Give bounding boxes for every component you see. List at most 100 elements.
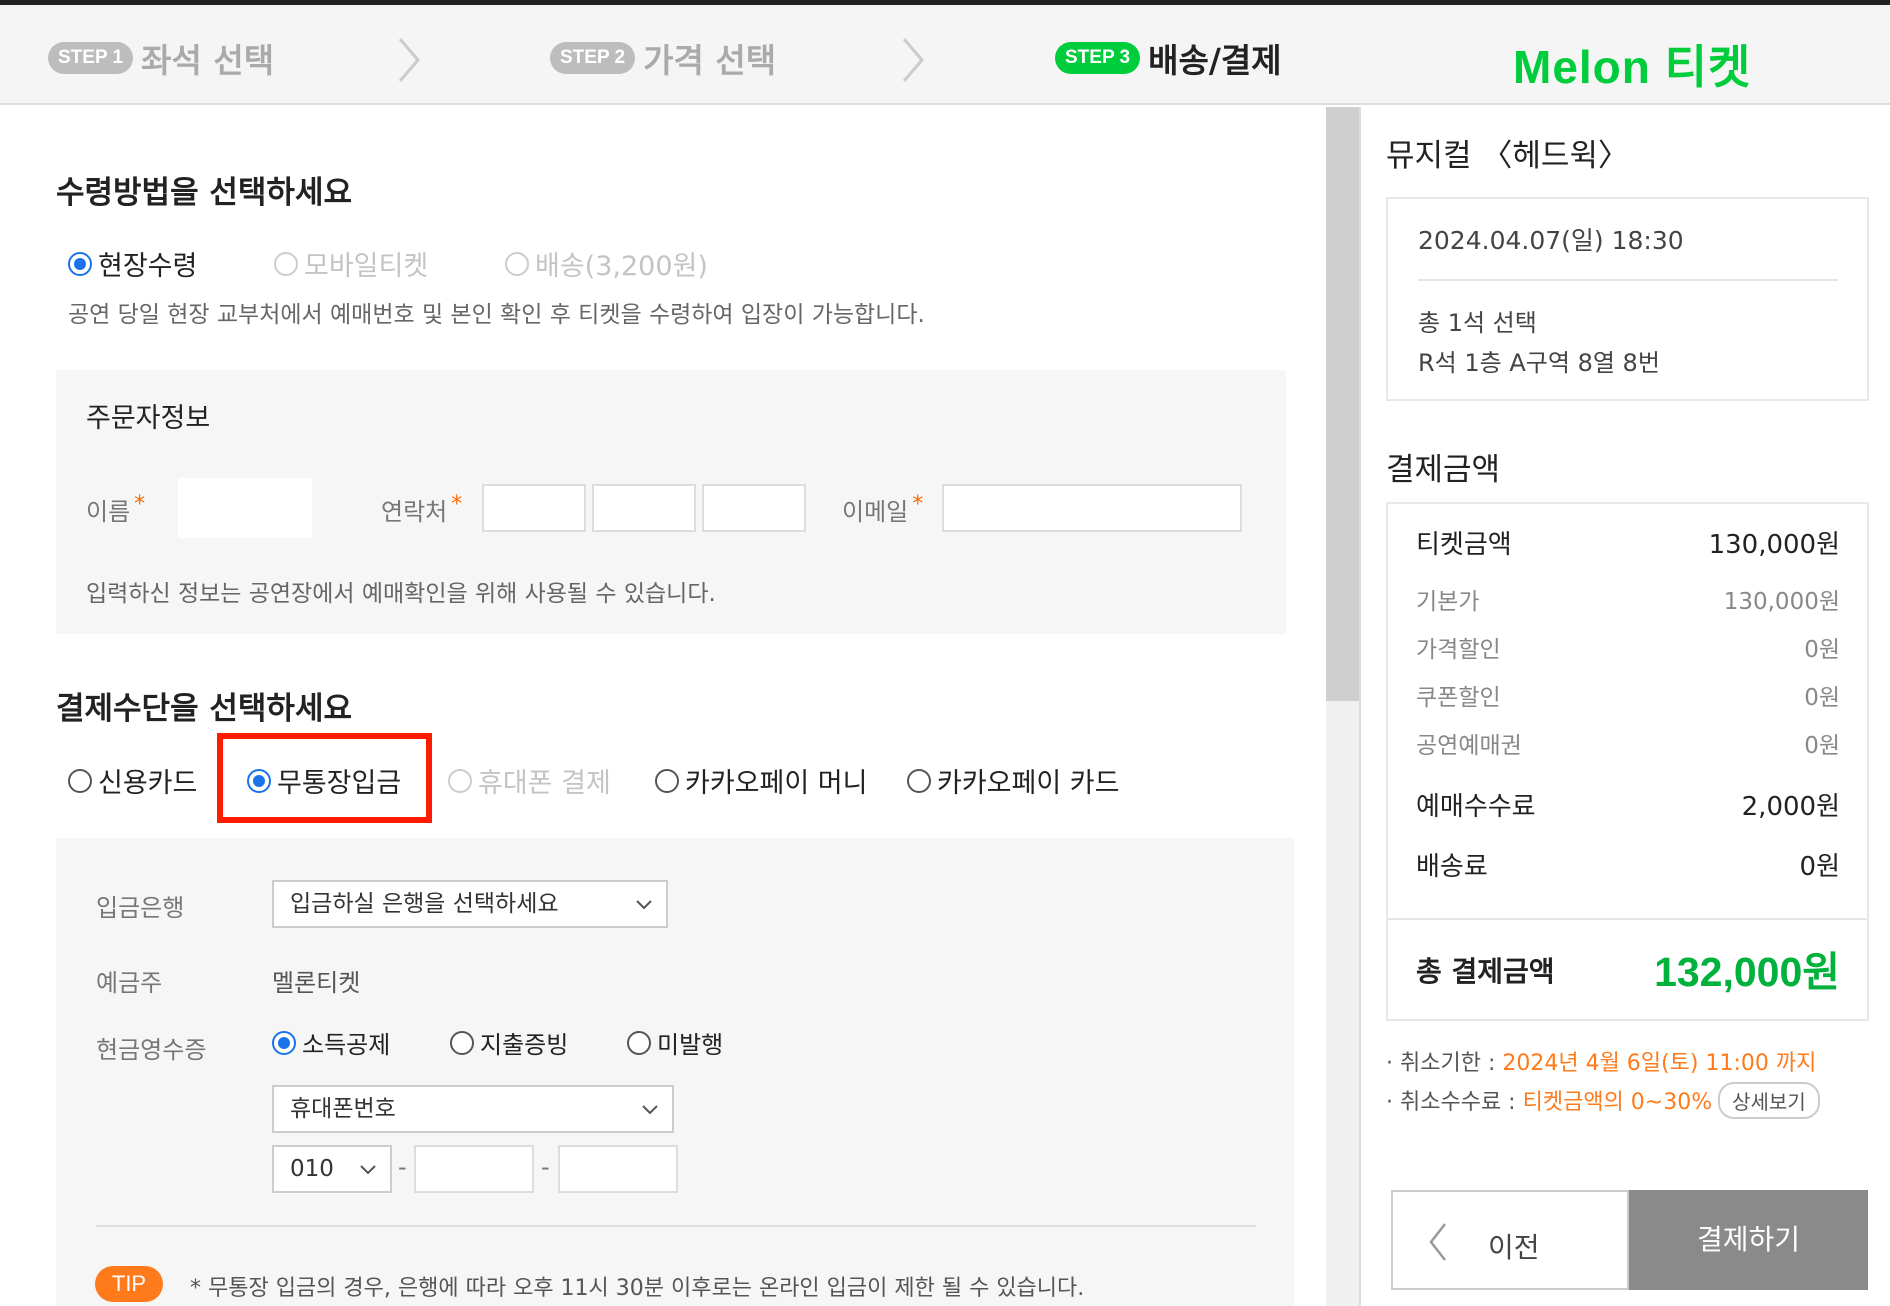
payment-credit-card[interactable]: 신용카드: [68, 761, 197, 800]
price-value: 2,000원: [1741, 792, 1840, 822]
radio-icon: [68, 768, 92, 793]
phone-prefix-select[interactable]: 010: [272, 1145, 392, 1193]
contact-input-1[interactable]: [482, 484, 586, 532]
radio-label: 배송(3,200원): [535, 251, 708, 282]
divider-line: [1388, 918, 1867, 920]
orderer-info-title: 주문자정보: [86, 403, 211, 434]
note-label: · 취소수수료 :: [1386, 1090, 1523, 1115]
payment-kakaopay-money[interactable]: 카카오페이 머니: [655, 761, 867, 800]
step-2: STEP 2 가격 선택: [550, 33, 776, 83]
radio-icon: [272, 1030, 296, 1055]
melon-ticket-logo: Melon 티켓: [1513, 41, 1752, 93]
seat-info: R석 1층 A구역 8열 8번: [1418, 349, 1660, 377]
tip-text: * 무통장 입금의 경우, 은행에 따라 오후 11시 30분 이후로는 온라인…: [190, 1276, 1085, 1301]
radio-label: 미발행: [657, 1031, 724, 1059]
note-value: 2024년 4월 6일(토) 11:00 까지: [1502, 1051, 1817, 1076]
step-3-badge: STEP 3: [1055, 42, 1141, 74]
price-row-coupon: 쿠폰할인 0원: [1416, 678, 1840, 712]
phone-prefix-value: 010: [290, 1156, 334, 1182]
radio-icon: [627, 1030, 651, 1055]
receipt-not-issued[interactable]: 미발행: [627, 1025, 723, 1060]
receipt-option-mobile: 모바일티켓: [274, 244, 428, 283]
step-1-label: 좌석 선택: [141, 41, 275, 80]
contact-label: 연락처 *: [381, 492, 463, 526]
step-2-badge: STEP 2: [550, 42, 636, 74]
email-input[interactable]: [942, 484, 1242, 532]
phone-last-input[interactable]: [558, 1145, 678, 1193]
phone-middle-input[interactable]: [414, 1145, 534, 1193]
contact-input-2[interactable]: [592, 484, 696, 532]
total-value: 132,000원: [1654, 949, 1840, 995]
radio-label: 휴대폰 결제: [478, 768, 611, 799]
order-form: 수령방법을 선택하세요 현장수령 모바일티켓 배송(3,200원) 공연 당일 …: [0, 107, 1326, 1306]
note-label: · 취소기한 :: [1386, 1051, 1503, 1076]
price-label: 쿠폰할인: [1416, 685, 1501, 711]
prev-button[interactable]: 이전: [1391, 1190, 1629, 1290]
total-label: 총 결제금액: [1416, 955, 1555, 988]
price-title: 결제금액: [1386, 452, 1501, 488]
payment-kakaopay-card[interactable]: 카카오페이 카드: [907, 761, 1119, 800]
chevron-right-icon: [902, 38, 924, 82]
price-value: 0원: [1799, 852, 1840, 882]
radio-icon: [274, 251, 298, 276]
orderer-notice: 입력하신 정보는 공연장에서 예매확인을 위해 사용될 수 있습니다.: [86, 581, 716, 607]
email-label: 이메일 *: [842, 492, 924, 526]
radio-label: 소득공제: [302, 1031, 391, 1059]
bank-select[interactable]: 입금하실 은행을 선택하세요: [272, 880, 668, 928]
chevron-right-icon: [398, 38, 420, 82]
radio-label: 카카오페이 카드: [937, 768, 1120, 799]
bank-label: 입금은행: [96, 894, 185, 922]
price-label: 가격할인: [1416, 637, 1501, 663]
price-label: 기본가: [1416, 589, 1480, 615]
price-value: 0원: [1804, 733, 1840, 759]
price-value: 0원: [1804, 685, 1840, 711]
radio-label: 모바일티켓: [304, 251, 429, 282]
note-value: 티켓금액의 0~30%: [1522, 1090, 1713, 1115]
detail-button[interactable]: 상세보기: [1718, 1082, 1820, 1119]
step-2-label: 가격 선택: [643, 41, 777, 80]
radio-label: 지출증빙: [480, 1031, 569, 1059]
pay-button[interactable]: 결제하기: [1629, 1190, 1868, 1290]
divider-line: [96, 1225, 1256, 1227]
payment-method-title: 결제수단을 선택하세요: [56, 691, 352, 727]
cancel-deadline-note: · 취소기한 : 2024년 4월 6일(토) 11:00 까지: [1386, 1045, 1816, 1077]
seat-count: 총 1석 선택: [1418, 309, 1537, 337]
name-input[interactable]: [178, 478, 312, 538]
radio-icon: [907, 768, 931, 793]
holder-label: 예금주: [96, 969, 163, 997]
price-value: 0원: [1804, 637, 1840, 663]
receipt-income-deduction[interactable]: 소득공제: [272, 1025, 390, 1060]
cancel-fee-note: · 취소수수료 : 티켓금액의 0~30% 상세보기: [1386, 1082, 1820, 1119]
cash-receipt-label: 현금영수증: [96, 1036, 207, 1064]
price-row-discount: 가격할인 0원: [1416, 630, 1840, 664]
chevron-down-icon: [636, 900, 652, 910]
step-progress-bar: STEP 1 좌석 선택 STEP 2 가격 선택 STEP 3 배송/결제 M…: [0, 5, 1890, 105]
price-row-delivery: 배송료 0원: [1416, 846, 1840, 883]
pane-divider: [1359, 107, 1361, 1306]
bank-transfer-box: [56, 838, 1294, 1306]
payment-mobile-phone: 휴대폰 결제: [448, 761, 611, 800]
receipt-option-onsite[interactable]: 현장수령: [68, 244, 197, 283]
price-row-ticket: 티켓금액 130,000원: [1416, 524, 1840, 561]
chevron-down-icon: [360, 1165, 376, 1175]
selected-payment-highlight: [217, 733, 432, 823]
phone-dash: -: [398, 1153, 407, 1181]
radio-label: 현장수령: [98, 251, 198, 282]
scrollbar-thumb[interactable]: [1326, 107, 1359, 701]
chevron-down-icon: [642, 1105, 658, 1115]
price-row-base: 기본가 130,000원: [1416, 582, 1840, 616]
receipt-description: 공연 당일 현장 교부처에서 예매번호 및 본인 확인 후 티켓을 수령하여 입…: [68, 302, 925, 328]
price-row-fee: 예매수수료 2,000원: [1416, 786, 1840, 823]
price-label: 티켓금액: [1416, 530, 1512, 560]
receipt-expense-proof[interactable]: 지출증빙: [450, 1025, 568, 1060]
radio-label: 신용카드: [98, 768, 198, 799]
price-label: 공연예매권: [1416, 733, 1522, 759]
step-3-label: 배송/결제: [1148, 41, 1282, 80]
contact-input-3[interactable]: [702, 484, 806, 532]
tip-badge: TIP: [95, 1266, 163, 1302]
show-datetime: 2024.04.07(일) 18:30: [1418, 226, 1684, 255]
prev-button-label: 이전: [1488, 1231, 1540, 1264]
radio-icon: [505, 251, 529, 276]
bank-select-value: 입금하실 은행을 선택하세요: [290, 891, 559, 917]
id-type-select[interactable]: 휴대폰번호: [272, 1085, 674, 1133]
